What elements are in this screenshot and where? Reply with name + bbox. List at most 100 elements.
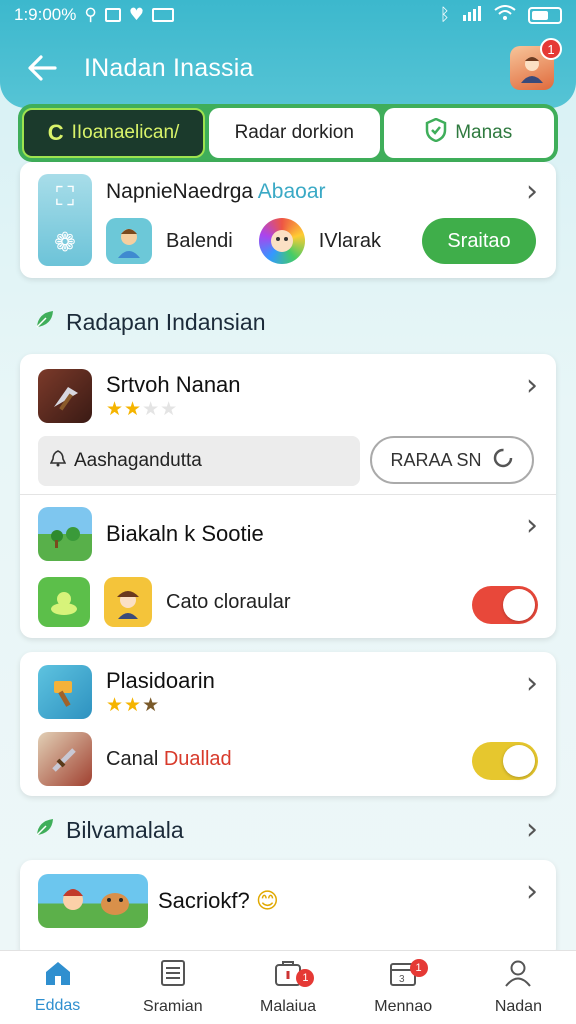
app-card-sacriokf: Sacriokf? 😊 › — [20, 860, 556, 960]
list-icon — [160, 959, 186, 994]
character-portrait-icon — [258, 218, 305, 264]
nav-badge: 1 — [296, 969, 315, 987]
featured-title-accent: Abaoar — [257, 180, 326, 203]
app-name: Plasidoarin — [106, 667, 215, 693]
explorer-icon — [104, 577, 152, 627]
toggle-knob — [503, 589, 535, 621]
star-rating: ★★★★ — [106, 398, 179, 420]
featured-item-1[interactable]: Balendi — [166, 230, 233, 253]
title-bar: INadan Inassia 1 — [0, 38, 576, 96]
id-icon — [152, 8, 175, 22]
tab-bar: C IIoanaelican/ Radar dorkion Manas — [18, 104, 558, 162]
tab-label: Manas — [455, 122, 513, 143]
chevron-right-icon[interactable]: › — [526, 874, 538, 909]
notification-badge: 1 — [540, 38, 562, 60]
raraa-sn-button[interactable]: RARAA SN — [370, 436, 534, 484]
page-title: INadan Inassia — [84, 53, 254, 82]
tab-ioanaelican[interactable]: C IIoanaelican/ — [22, 108, 206, 158]
featured-title-text: NapnieNaedrga — [106, 180, 254, 203]
section-title: Radapan Indansian — [66, 308, 266, 335]
cato-toggle[interactable] — [472, 586, 538, 624]
leaf-icon — [34, 308, 56, 336]
battery-icon — [528, 6, 562, 24]
app-name-text: Sacriokf? — [158, 888, 250, 913]
nav-badge: 1 — [409, 959, 428, 977]
start-button[interactable]: Sraitao — [422, 218, 536, 264]
item-label: Canal Duallad — [106, 748, 232, 771]
divider — [20, 494, 556, 495]
nav-item-nadan[interactable]: Nadan — [461, 951, 576, 1024]
featured-title: NapnieNaedrga Abaoar — [106, 180, 326, 204]
tab-label: IIoanaelican/ — [71, 122, 180, 143]
arrow-left-icon — [28, 55, 57, 81]
status-bar: 1:9:00% ⚲ ♥ ᛒ — [0, 0, 576, 30]
search-input[interactable]: Aashagandutta — [38, 436, 360, 486]
c-logo-icon: C — [47, 120, 64, 145]
nav-label: Nadan — [494, 998, 542, 1015]
star-rating: ★★★ — [106, 694, 161, 716]
usb-icon: ⚲ — [84, 5, 97, 25]
game-banner-icon — [38, 874, 148, 928]
status-time: 1:9:00% — [14, 5, 77, 24]
list-item-srtvoh[interactable]: Srtvoh Nanan ★★★★ — [20, 368, 556, 424]
app-card-plasidoarin: Plasidoarin ★★★ › Canal Duallad — [20, 652, 556, 796]
nav-label: Malaiua — [259, 998, 317, 1015]
chevron-right-icon[interactable]: › — [526, 368, 538, 403]
profile-avatar-button[interactable]: 1 — [510, 38, 562, 90]
list-item-plasidoarin[interactable]: Plasidoarin ★★★ — [20, 664, 556, 720]
list-item-sacriokf[interactable]: Sacriokf? 😊 — [20, 872, 556, 930]
button-label: RARAA SN — [390, 449, 482, 470]
axe-icon — [38, 369, 92, 423]
character-icon — [106, 218, 152, 264]
app-name: Sacriokf? 😊 — [158, 888, 279, 914]
label-plain: Canal — [106, 747, 159, 770]
tab-label: Radar dorkion — [234, 122, 354, 143]
tab-radar-dorkion[interactable]: Radar dorkion — [209, 108, 380, 158]
nav-item-sramian[interactable]: Sramian — [115, 951, 230, 1024]
landscape-icon — [38, 507, 92, 561]
robot-icon: ⛶ ❁ — [38, 174, 92, 266]
chevron-right-icon[interactable]: › — [526, 508, 538, 543]
image-icon — [104, 8, 121, 22]
hammer-icon — [38, 665, 92, 719]
bell-icon — [49, 449, 67, 473]
section-header-bilvamalala[interactable]: Bilvamalala — [34, 816, 184, 844]
tab-manas[interactable]: Manas — [383, 108, 554, 158]
chevron-right-icon[interactable]: › — [526, 174, 538, 209]
home-icon — [44, 960, 72, 993]
shield-check-icon — [425, 117, 447, 148]
label-highlight: Duallad — [163, 747, 232, 770]
leaf-icon — [34, 816, 56, 844]
item-label: Cato cloraular — [166, 590, 291, 613]
bottom-navigation: Eddas Sramian Malaiua 1 3 Mennao 1 Nadan — [0, 950, 576, 1024]
refresh-icon — [492, 447, 514, 474]
user-icon — [504, 959, 532, 994]
app-list-card: Srtvoh Nanan ★★★★ › Aashagandutta RARAA … — [20, 354, 556, 638]
list-item-biakaln[interactable]: Biakaln k Sootie — [20, 504, 556, 564]
featured-card[interactable]: ⛶ ❁ NapnieNaedrga Abaoar › Balendi IVlar… — [20, 162, 556, 278]
app-name: Biakaln k Sootie — [106, 521, 264, 546]
featured-item-2[interactable]: IVlarak — [319, 230, 381, 253]
nav-label: Eddas — [34, 997, 81, 1014]
section-header-radapan: Radapan Indansian — [34, 308, 266, 336]
nav-label: Sramian — [143, 998, 203, 1015]
search-placeholder: Aashagandutta — [74, 450, 202, 471]
smile-icon: 😊 — [255, 889, 279, 914]
svg-text:3: 3 — [399, 974, 405, 985]
back-button[interactable] — [22, 48, 62, 88]
toy-icon — [38, 577, 90, 627]
v-icon: ♥ — [128, 5, 145, 25]
signal-icon — [462, 5, 482, 26]
section-title: Bilvamalala — [66, 816, 184, 843]
chevron-right-icon[interactable]: › — [526, 666, 538, 701]
wifi-icon — [494, 4, 516, 26]
bluetooth-icon: ᛒ — [439, 5, 450, 25]
app-name: Srtvoh Nanan — [106, 371, 241, 397]
chevron-right-icon[interactable]: › — [526, 812, 538, 847]
canal-toggle[interactable] — [472, 742, 538, 780]
nav-item-eddas[interactable]: Eddas — [0, 951, 115, 1024]
nav-item-malaiua[interactable]: Malaiua 1 — [230, 951, 345, 1024]
toggle-knob — [503, 745, 535, 777]
nav-label: Mennao — [374, 998, 433, 1015]
nav-item-mennao[interactable]: 3 Mennao 1 — [346, 951, 461, 1024]
